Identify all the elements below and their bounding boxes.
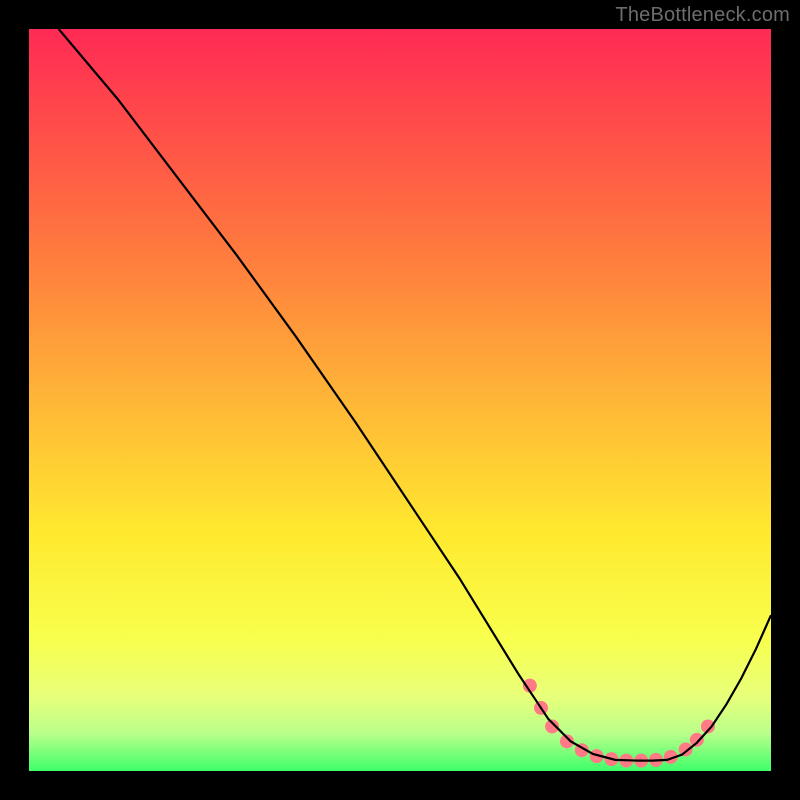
plot-area <box>29 29 771 771</box>
curve-line <box>59 29 771 761</box>
watermark-text: TheBottleneck.com <box>615 4 790 27</box>
chart-container: TheBottleneck.com <box>0 0 800 800</box>
marker-dot <box>690 733 704 747</box>
chart-svg <box>29 29 771 771</box>
